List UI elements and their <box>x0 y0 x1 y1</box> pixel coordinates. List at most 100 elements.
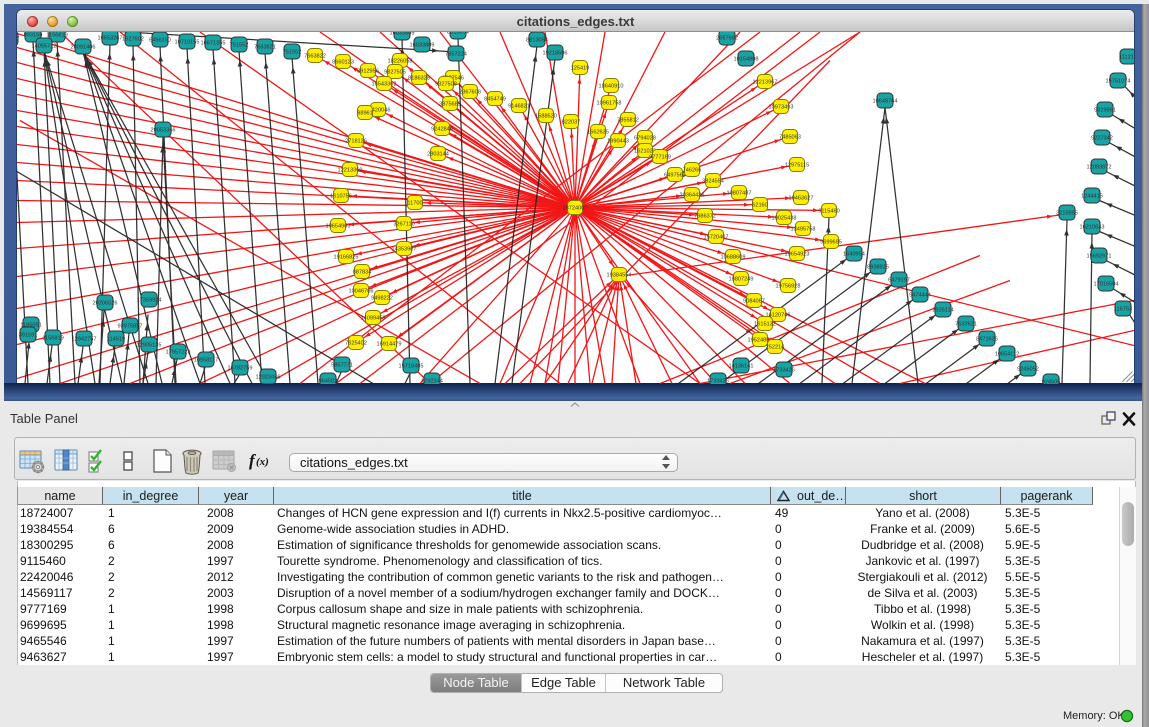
svg-text:7663822: 7663822 <box>304 53 326 59</box>
svg-text:10654112: 10654112 <box>995 351 1019 357</box>
svg-text:13495758: 13495758 <box>791 226 816 232</box>
svg-text:8813054: 8813054 <box>526 37 548 43</box>
svg-text:18807249: 18807249 <box>729 276 754 282</box>
svg-text:9498222: 9498222 <box>371 295 393 301</box>
svg-text:14055712: 14055712 <box>32 43 57 49</box>
svg-text:7663821: 7663821 <box>254 44 276 50</box>
svg-text:(x): (x) <box>256 456 269 468</box>
svg-text:93975857: 93975857 <box>118 323 143 329</box>
svg-text:10973493: 10973493 <box>769 104 794 110</box>
svg-text:19218506: 19218506 <box>543 50 568 56</box>
svg-text:15720407: 15720407 <box>704 234 729 240</box>
svg-text:10688609: 10688609 <box>721 254 746 260</box>
svg-text:8912956: 8912956 <box>357 68 379 74</box>
svg-text:16210643: 16210643 <box>1080 224 1105 230</box>
svg-text:20206526: 20206526 <box>93 300 118 306</box>
svg-text:14353967: 14353967 <box>392 246 417 252</box>
svg-text:9474444: 9474444 <box>909 292 931 298</box>
svg-text:1156819: 1156819 <box>46 32 67 38</box>
svg-text:9084067: 9084067 <box>743 298 765 304</box>
svg-text:9827505: 9827505 <box>384 69 406 75</box>
svg-text:1733426: 1733426 <box>707 378 729 384</box>
svg-text:19463627: 19463627 <box>789 195 814 201</box>
svg-text:20053346: 20053346 <box>151 127 176 133</box>
svg-text:1615132: 1615132 <box>754 321 776 327</box>
svg-text:16782759: 16782759 <box>228 365 253 371</box>
svg-text:17957223: 17957223 <box>166 349 191 355</box>
svg-text:6794028: 6794028 <box>634 135 656 141</box>
svg-text:12975115: 12975115 <box>785 162 809 168</box>
svg-text:10154808: 10154808 <box>734 56 759 62</box>
svg-text:12923446: 12923446 <box>256 374 281 380</box>
svg-text:751552: 751552 <box>283 49 302 55</box>
svg-text:2803144: 2803144 <box>427 151 449 157</box>
svg-text:8186328: 8186328 <box>408 75 430 81</box>
svg-text:16033809: 16033809 <box>410 42 435 48</box>
svg-text:9777169: 9777169 <box>649 154 671 160</box>
svg-text:9857771: 9857771 <box>331 362 353 368</box>
svg-text:20364436: 20364436 <box>680 192 705 198</box>
svg-text:18724007: 18724007 <box>563 205 588 211</box>
svg-text:10653267: 10653267 <box>98 35 123 41</box>
svg-text:8454749: 8454749 <box>484 96 506 102</box>
svg-text:3215955: 3215955 <box>1056 210 1078 216</box>
svg-text:16914479: 16914479 <box>377 341 402 347</box>
svg-text:98961: 98961 <box>357 110 373 116</box>
svg-text:7625402: 7625402 <box>345 340 367 346</box>
svg-text:19756928: 19756928 <box>776 283 801 289</box>
svg-text:10807487: 10807487 <box>727 190 752 196</box>
svg-text:19384554: 19384554 <box>607 272 632 278</box>
svg-text:7485063: 7485063 <box>779 134 801 140</box>
svg-text:12093872: 12093872 <box>1087 164 1112 170</box>
svg-text:14136141: 14136141 <box>729 363 754 369</box>
svg-text:12905135: 12905135 <box>137 342 162 348</box>
svg-text:15692971: 15692971 <box>1087 253 1112 259</box>
svg-text:9227342: 9227342 <box>1091 135 1113 141</box>
svg-text:19654923: 19654923 <box>785 251 810 257</box>
svg-text:3824554: 3824554 <box>702 178 724 184</box>
svg-text:125419: 125419 <box>571 65 590 71</box>
svg-text:7986372: 7986372 <box>694 213 716 219</box>
svg-text:111213: 111213 <box>1119 54 1134 60</box>
svg-text:8813054: 8813054 <box>447 32 469 36</box>
svg-text:3267110: 3267110 <box>393 221 414 227</box>
svg-text:12213369: 12213369 <box>338 167 363 173</box>
svg-text:1990443: 1990443 <box>607 138 629 144</box>
svg-text:14099459: 14099459 <box>361 315 386 321</box>
svg-text:20091406: 20091406 <box>71 44 96 50</box>
svg-text:9146821: 9146821 <box>508 103 530 109</box>
svg-text:6466160: 6466160 <box>149 37 171 43</box>
svg-text:9699695: 9699695 <box>820 239 842 245</box>
svg-text:2718126: 2718126 <box>345 138 367 144</box>
svg-text:62160: 62160 <box>752 202 768 208</box>
svg-text:10648764: 10648764 <box>873 98 898 104</box>
svg-text:2687662: 2687662 <box>716 35 738 41</box>
svg-text:1562635: 1562635 <box>587 129 609 135</box>
svg-text:10958117: 10958117 <box>194 357 218 363</box>
svg-text:12213967: 12213967 <box>753 79 778 85</box>
svg-text:822037: 822037 <box>562 119 581 125</box>
svg-text:9329961: 9329961 <box>1094 107 1116 113</box>
svg-text:17016504: 17016504 <box>1094 281 1119 287</box>
svg-text:1733426: 1733426 <box>773 367 795 373</box>
svg-text:887834: 887834 <box>353 269 372 275</box>
svg-text:15716485: 15716485 <box>399 363 424 369</box>
svg-text:10719155: 10719155 <box>175 39 200 45</box>
svg-text:2935114: 2935114 <box>932 307 953 313</box>
svg-text:3875685: 3875685 <box>439 101 461 107</box>
svg-text:751552: 751552 <box>230 42 249 48</box>
svg-text:7955812: 7955812 <box>617 117 639 123</box>
svg-text:10025438: 10025438 <box>772 215 797 221</box>
svg-text:9245052: 9245052 <box>1017 366 1039 372</box>
svg-text:995087: 995087 <box>17 36 19 42</box>
svg-text:1244415: 1244415 <box>1081 193 1103 199</box>
svg-text:18640910: 18640910 <box>599 83 624 89</box>
svg-text:19166825: 19166825 <box>334 254 359 260</box>
svg-text:1610756: 1610756 <box>330 193 352 199</box>
svg-text:2367608: 2367608 <box>459 89 481 95</box>
svg-text:8660123: 8660123 <box>332 59 354 65</box>
svg-text:19654963: 19654963 <box>326 223 351 229</box>
svg-text:1292344: 1292344 <box>421 378 443 384</box>
svg-text:924505: 924505 <box>1042 379 1061 384</box>
svg-text:8938925: 8938925 <box>867 264 889 270</box>
